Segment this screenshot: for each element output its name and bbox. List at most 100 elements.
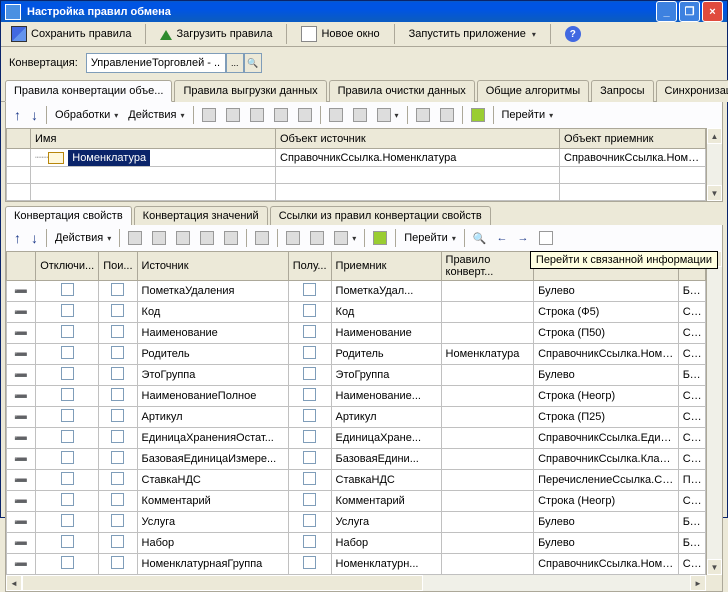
tab-queries[interactable]: Запросы xyxy=(591,80,653,102)
tab-conversion-rules[interactable]: Правила конвертации объе... xyxy=(5,80,172,102)
conversion-combo[interactable]: ... 🔍 xyxy=(86,53,262,73)
rules-grid[interactable]: Имя Объект источник Объект приемник ┈┈Но… xyxy=(6,128,706,201)
property-row[interactable]: ➖КодКодСтрока (Ф5)Ст... xyxy=(7,302,706,323)
get-checkbox[interactable] xyxy=(303,556,316,569)
tool-btn-e[interactable] xyxy=(220,229,242,247)
col-marker[interactable] xyxy=(7,252,36,281)
tool-btn-6[interactable] xyxy=(325,106,347,124)
run-app-button[interactable]: Запустить приложение xyxy=(403,26,542,42)
property-row[interactable]: ➖НаименованиеПолноеНаименование...Строка… xyxy=(7,386,706,407)
tab-export-rules[interactable]: Правила выгрузки данных xyxy=(174,80,326,102)
col-src[interactable]: Источник xyxy=(137,252,288,281)
tool-btn-g[interactable] xyxy=(282,229,304,247)
get-checkbox[interactable] xyxy=(303,514,316,527)
subtab-values[interactable]: Конвертация значений xyxy=(134,206,268,225)
disable-checkbox[interactable] xyxy=(61,451,74,464)
tab-cleanup-rules[interactable]: Правила очистки данных xyxy=(329,80,475,102)
move-down-button[interactable]: ↓ xyxy=(27,228,42,248)
search-button[interactable]: 🔍 xyxy=(469,230,491,247)
col-off[interactable]: Отключи... xyxy=(36,252,99,281)
col-name[interactable]: Имя xyxy=(31,129,276,149)
get-checkbox[interactable] xyxy=(303,304,316,317)
search-checkbox[interactable] xyxy=(111,493,124,506)
disable-checkbox[interactable] xyxy=(61,556,74,569)
disable-checkbox[interactable] xyxy=(61,430,74,443)
refresh-button[interactable] xyxy=(467,106,489,124)
col-expand[interactable] xyxy=(7,129,31,149)
col-dst[interactable]: Приемник xyxy=(331,252,441,281)
search-checkbox[interactable] xyxy=(111,451,124,464)
property-row[interactable]: ➖БазоваяЕдиницаИзмере...БазоваяЕдини...С… xyxy=(7,449,706,470)
property-row[interactable]: ➖СтавкаНДССтавкаНДСПеречислениеСсылка.Ст… xyxy=(7,470,706,491)
processing-dropdown[interactable]: Обработки xyxy=(51,107,122,123)
tool-btn-5[interactable] xyxy=(294,106,316,124)
disable-checkbox[interactable] xyxy=(61,346,74,359)
search-checkbox[interactable] xyxy=(111,283,124,296)
disable-checkbox[interactable] xyxy=(61,514,74,527)
property-row[interactable]: ➖НаименованиеНаименованиеСтрока (П50)Ст.… xyxy=(7,323,706,344)
col-poi[interactable]: Пои... xyxy=(99,252,137,281)
property-row[interactable]: ➖НоменклатурнаяГруппаНоменклатурн...Спра… xyxy=(7,554,706,575)
tool-btn-10[interactable] xyxy=(436,106,458,124)
tool-btn-h[interactable] xyxy=(306,229,328,247)
search-checkbox[interactable] xyxy=(111,514,124,527)
tab-algorithms[interactable]: Общие алгоритмы xyxy=(477,80,589,102)
disable-checkbox[interactable] xyxy=(61,367,74,380)
new-window-button[interactable]: Новое окно xyxy=(295,24,385,44)
get-checkbox[interactable] xyxy=(303,367,316,380)
move-down-button[interactable]: ↓ xyxy=(27,105,42,125)
col-dst[interactable]: Объект приемник xyxy=(560,129,706,149)
search-checkbox[interactable] xyxy=(111,367,124,380)
tool-btn-7[interactable] xyxy=(349,106,371,124)
actions-dropdown[interactable]: Действия xyxy=(124,107,188,123)
tool-btn-1[interactable] xyxy=(198,106,220,124)
tool-btn-d[interactable] xyxy=(196,229,218,247)
col-get[interactable]: Полу... xyxy=(288,252,331,281)
refresh-button[interactable] xyxy=(369,229,391,247)
search-checkbox[interactable] xyxy=(111,535,124,548)
move-up-button[interactable]: ↑ xyxy=(10,228,25,248)
maximize-button[interactable]: ❐ xyxy=(679,1,700,22)
tool-btn-b[interactable] xyxy=(148,229,170,247)
property-row[interactable]: ➖РодительРодительНоменклатураСправочникС… xyxy=(7,344,706,365)
tab-sync[interactable]: Синхронизация xyxy=(656,80,728,102)
get-checkbox[interactable] xyxy=(303,388,316,401)
tool-btn-f[interactable] xyxy=(251,229,273,247)
disable-checkbox[interactable] xyxy=(61,535,74,548)
question-button[interactable] xyxy=(535,229,557,247)
tool-btn-8[interactable] xyxy=(373,106,403,124)
get-checkbox[interactable] xyxy=(303,451,316,464)
col-src[interactable]: Объект источник xyxy=(276,129,560,149)
rule-row[interactable]: ┈┈Номенклатура СправочникСсылка.Номенкла… xyxy=(7,149,706,167)
tool-btn-4[interactable] xyxy=(270,106,292,124)
properties-grid[interactable]: Отключи... Пои... Источник Полу... Прием… xyxy=(6,251,706,575)
scroll-thumb[interactable] xyxy=(22,575,423,591)
conversion-magnify-button[interactable]: 🔍 xyxy=(244,53,262,73)
scroll-down-button[interactable]: ▼ xyxy=(707,185,722,201)
search-checkbox[interactable] xyxy=(111,430,124,443)
disable-checkbox[interactable] xyxy=(61,472,74,485)
get-checkbox[interactable] xyxy=(303,493,316,506)
vertical-scrollbar[interactable]: ▲ ▼ xyxy=(706,251,722,575)
search-checkbox[interactable] xyxy=(111,556,124,569)
conversion-ellipsis-button[interactable]: ... xyxy=(226,53,244,73)
tool-btn-9[interactable] xyxy=(412,106,434,124)
disable-checkbox[interactable] xyxy=(61,304,74,317)
property-row[interactable]: ➖НаборНаборБулевоБу... xyxy=(7,533,706,554)
property-row[interactable]: ➖ЭтоГруппаЭтоГруппаБулевоБу... xyxy=(7,365,706,386)
save-rules-button[interactable]: Сохранить правила xyxy=(5,24,137,44)
scroll-down-button[interactable]: ▼ xyxy=(707,559,722,575)
search-checkbox[interactable] xyxy=(111,472,124,485)
property-row[interactable]: ➖ПометкаУдаленияПометкаУдал...БулевоБу..… xyxy=(7,281,706,302)
search-checkbox[interactable] xyxy=(111,325,124,338)
tool-btn-c[interactable] xyxy=(172,229,194,247)
disable-checkbox[interactable] xyxy=(61,493,74,506)
disable-checkbox[interactable] xyxy=(61,325,74,338)
get-checkbox[interactable] xyxy=(303,535,316,548)
goto-dropdown[interactable]: Перейти xyxy=(498,107,558,123)
get-checkbox[interactable] xyxy=(303,346,316,359)
arrow-left-button[interactable]: ← xyxy=(493,230,512,246)
goto-dropdown[interactable]: Перейти xyxy=(400,230,460,246)
horizontal-scrollbar[interactable]: ◄ ► xyxy=(6,575,722,591)
move-up-button[interactable]: ↑ xyxy=(10,105,25,125)
